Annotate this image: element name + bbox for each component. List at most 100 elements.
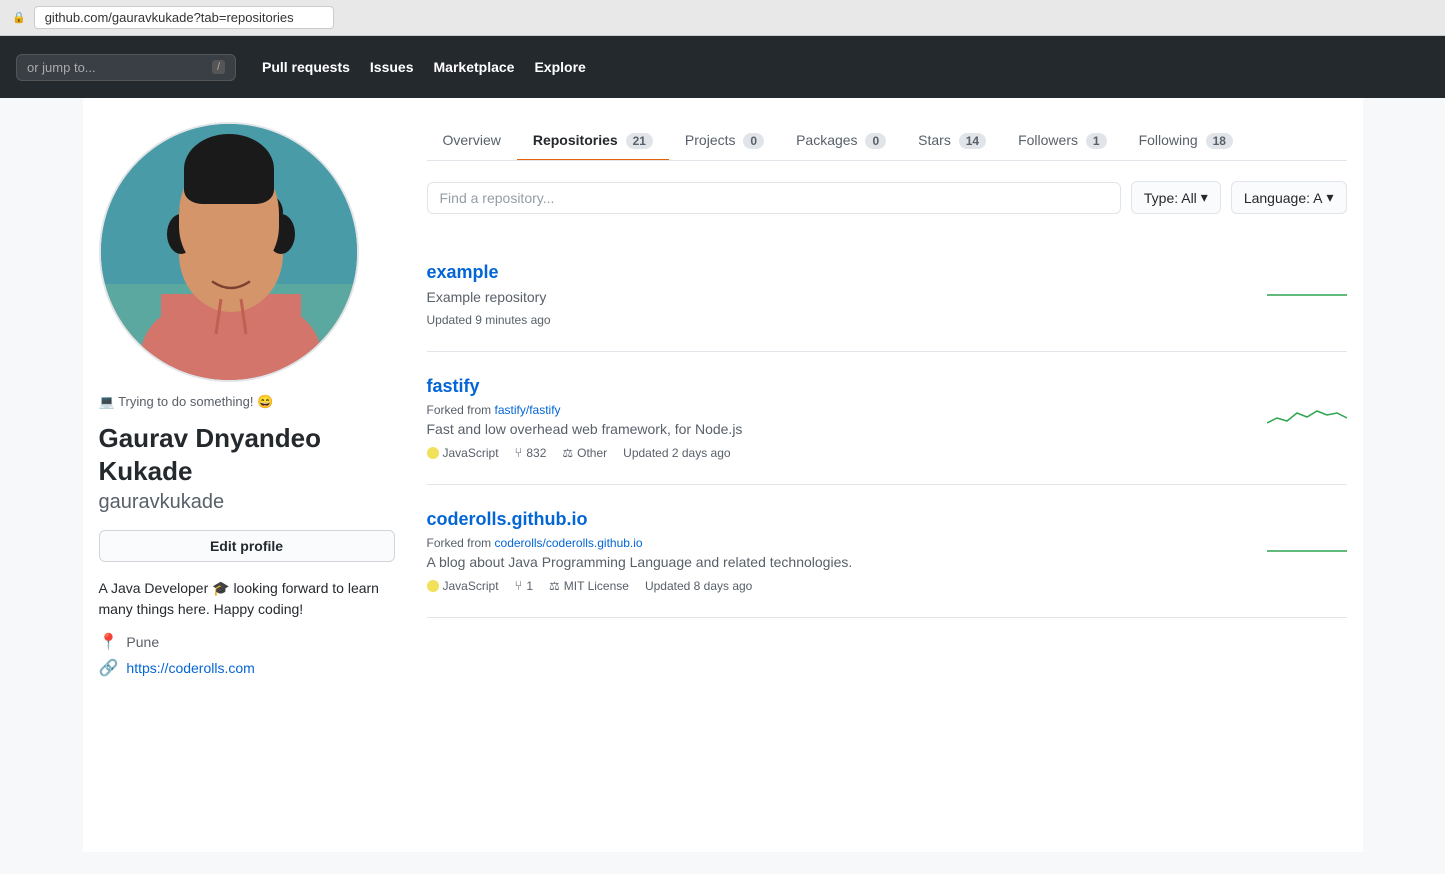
repo-meta-example: Updated 9 minutes ago xyxy=(427,313,1347,327)
sparkline-example xyxy=(1267,280,1347,310)
tab-repositories-label: Repositories xyxy=(533,132,618,148)
repo-forks-coderolls: ⑂ 1 xyxy=(515,578,534,593)
tab-projects[interactable]: Projects 0 xyxy=(669,122,780,161)
repo-lang-fastify: JavaScript xyxy=(427,446,499,460)
avatar-photo xyxy=(101,124,357,380)
fork-count-coderolls: 1 xyxy=(526,579,533,593)
profile-location: 📍 Pune xyxy=(99,632,395,652)
tab-overview[interactable]: Overview xyxy=(427,122,517,161)
sidebar: 💻 Trying to do something! 😄 Gaurav Dnyan… xyxy=(99,122,395,828)
nav-search-kbd: / xyxy=(212,60,225,74)
link-icon: 🔗 xyxy=(99,658,119,678)
nav-links: Pull requests Issues Marketplace Explore xyxy=(262,59,586,75)
table-row: example Example repository Updated 9 min… xyxy=(427,238,1347,352)
tab-overview-label: Overview xyxy=(443,132,501,148)
repo-fork-coderolls: Forked from coderolls/coderolls.github.i… xyxy=(427,536,1347,550)
type-chevron-icon: ▾ xyxy=(1201,189,1208,206)
lang-dot-fastify xyxy=(427,447,439,459)
lock-icon: 🔒 xyxy=(12,11,26,24)
repo-license-fastify: ⚖ Other xyxy=(562,446,607,460)
tab-followers-count: 1 xyxy=(1086,133,1107,149)
license-name-coderolls: MIT License xyxy=(564,579,629,593)
type-filter-button[interactable]: Type: All ▾ xyxy=(1131,181,1221,214)
repo-search-input[interactable] xyxy=(427,182,1121,214)
language-filter-button[interactable]: Language: A ▾ xyxy=(1231,181,1347,214)
repo-fork-fastify: Forked from fastify/fastify xyxy=(427,403,1347,417)
profile-website[interactable]: 🔗 https://coderolls.com xyxy=(99,658,395,678)
browser-bar: 🔒 github.com/gauravkukade?tab=repositori… xyxy=(0,0,1445,36)
tab-repositories[interactable]: Repositories 21 xyxy=(517,122,669,161)
repo-license-coderolls: ⚖ MIT License xyxy=(549,579,629,593)
tab-stars-label: Stars xyxy=(918,132,951,148)
repo-updated-fastify: Updated 2 days ago xyxy=(623,446,730,460)
repo-meta-coderolls: JavaScript ⑂ 1 ⚖ MIT License Updated 8 d… xyxy=(427,578,1347,593)
tab-repositories-count: 21 xyxy=(626,133,653,149)
type-filter-label: Type: All xyxy=(1144,190,1197,206)
lang-dot-coderolls xyxy=(427,580,439,592)
sparkline-coderolls xyxy=(1267,536,1347,566)
profile-full-name: Gaurav Dnyandeo Kukade xyxy=(99,422,395,487)
bio-status: 💻 Trying to do something! 😄 xyxy=(99,394,395,410)
table-row: fastify Forked from fastify/fastify Fast… xyxy=(427,352,1347,485)
license-name-fastify: Other xyxy=(577,446,607,460)
repo-name-fastify[interactable]: fastify xyxy=(427,376,480,397)
tab-packages-label: Packages xyxy=(796,132,857,148)
repo-description-example: Example repository xyxy=(427,289,1127,305)
repo-description-fastify: Fast and low overhead web framework, for… xyxy=(427,421,1127,437)
language-chevron-icon: ▾ xyxy=(1326,189,1333,206)
nav-bar: or jump to... / Pull requests Issues Mar… xyxy=(0,36,1445,98)
nav-issues[interactable]: Issues xyxy=(370,59,414,75)
nav-search[interactable]: or jump to... / xyxy=(16,54,236,81)
tab-following-label: Following xyxy=(1139,132,1198,148)
repo-fork-source-fastify: fastify/fastify xyxy=(495,403,561,417)
repo-updated-example: Updated 9 minutes ago xyxy=(427,313,551,327)
avatar-svg xyxy=(101,124,357,380)
table-row: coderolls.github.io Forked from coderoll… xyxy=(427,485,1347,618)
tab-following[interactable]: Following 18 xyxy=(1123,122,1249,161)
language-filter-label: Language: A xyxy=(1244,190,1323,206)
repo-description-coderolls: A blog about Java Programming Language a… xyxy=(427,554,1127,570)
license-icon-coderolls: ⚖ xyxy=(549,579,560,593)
tab-stars[interactable]: Stars 14 xyxy=(902,122,1002,161)
repo-updated-coderolls: Updated 8 days ago xyxy=(645,579,752,593)
tab-packages[interactable]: Packages 0 xyxy=(780,122,902,161)
profile-tabs: Overview Repositories 21 Projects 0 Pack… xyxy=(427,122,1347,161)
website-link[interactable]: https://coderolls.com xyxy=(126,660,254,676)
url-text: github.com/gauravkukade?tab=repositories xyxy=(45,10,294,25)
nav-pull-requests[interactable]: Pull requests xyxy=(262,59,350,75)
fork-count-fastify: 832 xyxy=(526,446,546,460)
sparkline-fastify xyxy=(1267,403,1347,433)
repo-meta-fastify: JavaScript ⑂ 832 ⚖ Other Updated 2 days … xyxy=(427,445,1347,460)
tab-packages-count: 0 xyxy=(865,133,886,149)
tab-stars-count: 14 xyxy=(959,133,986,149)
nav-search-placeholder: or jump to... xyxy=(27,60,96,75)
main-content: Overview Repositories 21 Projects 0 Pack… xyxy=(427,122,1347,828)
profile-meta: 📍 Pune 🔗 https://coderolls.com xyxy=(99,632,395,678)
repo-search-row: Type: All ▾ Language: A ▾ xyxy=(427,181,1347,214)
tab-projects-label: Projects xyxy=(685,132,736,148)
repo-name-coderolls[interactable]: coderolls.github.io xyxy=(427,509,588,530)
repo-fork-source-coderolls: coderolls/coderolls.github.io xyxy=(495,536,643,550)
nav-explore[interactable]: Explore xyxy=(534,59,585,75)
license-icon-fastify: ⚖ xyxy=(562,446,573,460)
profile-bio: A Java Developer 🎓 looking forward to le… xyxy=(99,578,395,620)
tab-projects-count: 0 xyxy=(743,133,764,149)
fork-icon-fastify: ⑂ xyxy=(515,445,523,460)
avatar xyxy=(99,122,359,382)
repo-lang-coderolls: JavaScript xyxy=(427,579,499,593)
browser-url[interactable]: github.com/gauravkukade?tab=repositories xyxy=(34,6,334,29)
tab-following-count: 18 xyxy=(1206,133,1233,149)
main-container: 💻 Trying to do something! 😄 Gaurav Dnyan… xyxy=(83,98,1363,852)
tab-followers-label: Followers xyxy=(1018,132,1078,148)
nav-marketplace[interactable]: Marketplace xyxy=(434,59,515,75)
lang-name-fastify: JavaScript xyxy=(443,446,499,460)
bio-status-text: 💻 Trying to do something! 😄 xyxy=(99,394,274,410)
profile-handle: gauravkukade xyxy=(99,491,395,514)
fork-icon-coderolls: ⑂ xyxy=(515,578,523,593)
lang-name-coderolls: JavaScript xyxy=(443,579,499,593)
tab-followers[interactable]: Followers 1 xyxy=(1002,122,1122,161)
edit-profile-button[interactable]: Edit profile xyxy=(99,530,395,562)
location-icon: 📍 xyxy=(99,632,119,652)
repo-name-example[interactable]: example xyxy=(427,262,499,283)
repo-forks-fastify: ⑂ 832 xyxy=(515,445,547,460)
